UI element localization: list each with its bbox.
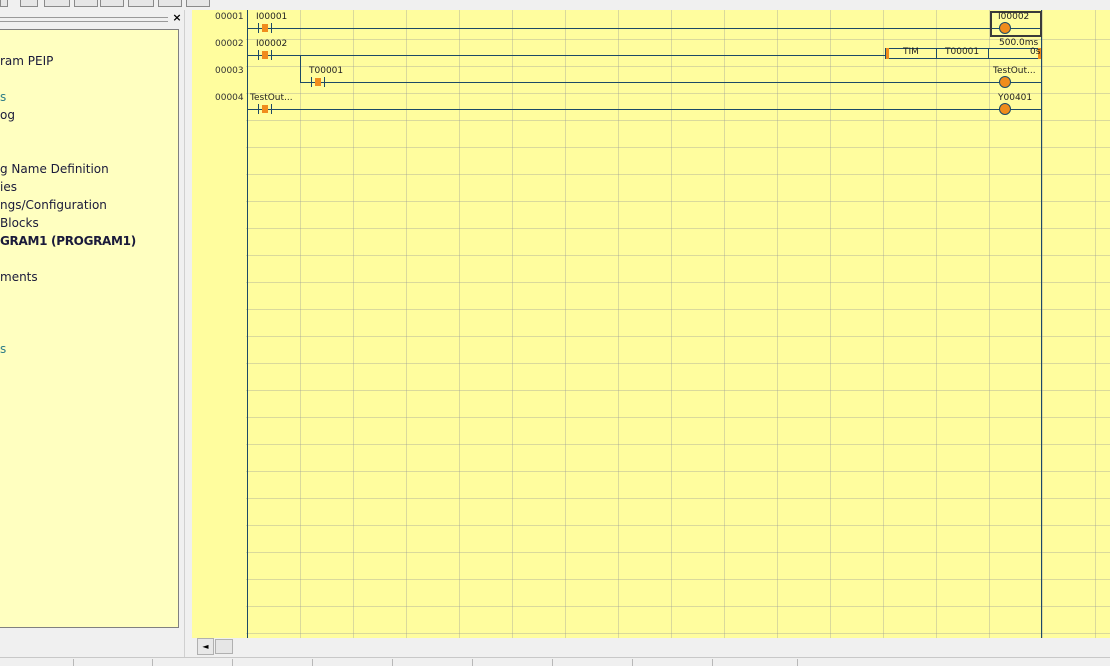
contact[interactable] [258, 104, 272, 114]
horizontal-scrollbar[interactable]: ◄ [197, 638, 1110, 655]
tree-item[interactable]: og [0, 108, 15, 122]
contact[interactable] [258, 50, 272, 60]
toolbar-button[interactable] [158, 0, 182, 7]
ladder-editor[interactable]: 00001 00002 00003 00004 I00001 I00002 I0… [192, 10, 1110, 638]
rung-number: 00001 [215, 12, 244, 22]
tree-item-program1[interactable]: GRAM1 (PROGRAM1) [0, 234, 136, 248]
contact-label: I00002 [256, 39, 288, 49]
toolbar-button[interactable] [100, 0, 124, 7]
rung-number: 00003 [215, 66, 244, 76]
rung-wire [247, 28, 1041, 29]
scroll-thumb[interactable] [215, 639, 233, 654]
timer-current: 0s [1030, 47, 1041, 57]
contact[interactable] [311, 77, 325, 87]
block-divider [988, 48, 989, 59]
tree-item-blocks[interactable]: Blocks [0, 216, 39, 230]
tree-item[interactable]: s [0, 342, 6, 356]
rung-wire [247, 55, 885, 56]
rung-number: 00004 [215, 93, 244, 103]
coil[interactable] [999, 22, 1011, 34]
tree-item-name-definition[interactable]: g Name Definition [0, 162, 109, 176]
coil-label: TestOut... [993, 66, 1036, 76]
right-power-rail [1041, 10, 1042, 638]
scroll-left-arrow-icon[interactable]: ◄ [197, 638, 214, 655]
tree-item[interactable]: s [0, 90, 6, 104]
toolbar-button[interactable] [20, 0, 38, 7]
timer-preset: 500.0ms [999, 38, 1039, 48]
tree-item-settings[interactable]: ngs/Configuration [0, 198, 107, 212]
toolbar-button[interactable] [186, 0, 210, 7]
timer-instruction: TIM [903, 47, 919, 57]
coil[interactable] [999, 103, 1011, 115]
contact-label: T00001 [309, 66, 344, 76]
project-tree-panel: × ram PEIP s og g Name Definition ies ng… [0, 10, 188, 630]
coil[interactable] [999, 76, 1011, 88]
contact-label: I00001 [256, 12, 288, 22]
rung-wire [300, 82, 1041, 83]
rung-number: 00002 [215, 39, 244, 49]
close-icon[interactable]: × [171, 12, 183, 24]
toolbar-button[interactable] [128, 0, 154, 7]
timer-block-marker [886, 48, 889, 59]
rung-wire [247, 109, 1041, 110]
contact[interactable] [258, 23, 272, 33]
tree-item[interactable]: ies [0, 180, 17, 194]
rung-number-column [192, 10, 246, 638]
block-divider [936, 48, 937, 59]
panel-grip[interactable] [0, 17, 168, 22]
toolbar-button[interactable] [74, 0, 98, 7]
left-power-rail [247, 10, 248, 638]
tree-item-program[interactable]: ram PEIP [0, 54, 53, 68]
contact-label: TestOut... [250, 93, 293, 103]
toolbar-button[interactable] [0, 0, 8, 7]
coil-label: Y00401 [998, 93, 1033, 103]
tree-item-comments[interactable]: ments [0, 270, 38, 284]
project-tree[interactable]: ram PEIP s og g Name Definition ies ngs/… [0, 29, 179, 628]
tree-panel-header: × [0, 10, 184, 26]
timer-operand: T00001 [945, 47, 980, 57]
coil-label: I00002 [998, 12, 1030, 22]
toolbar-button[interactable] [44, 0, 70, 7]
branch-wire [300, 55, 301, 82]
